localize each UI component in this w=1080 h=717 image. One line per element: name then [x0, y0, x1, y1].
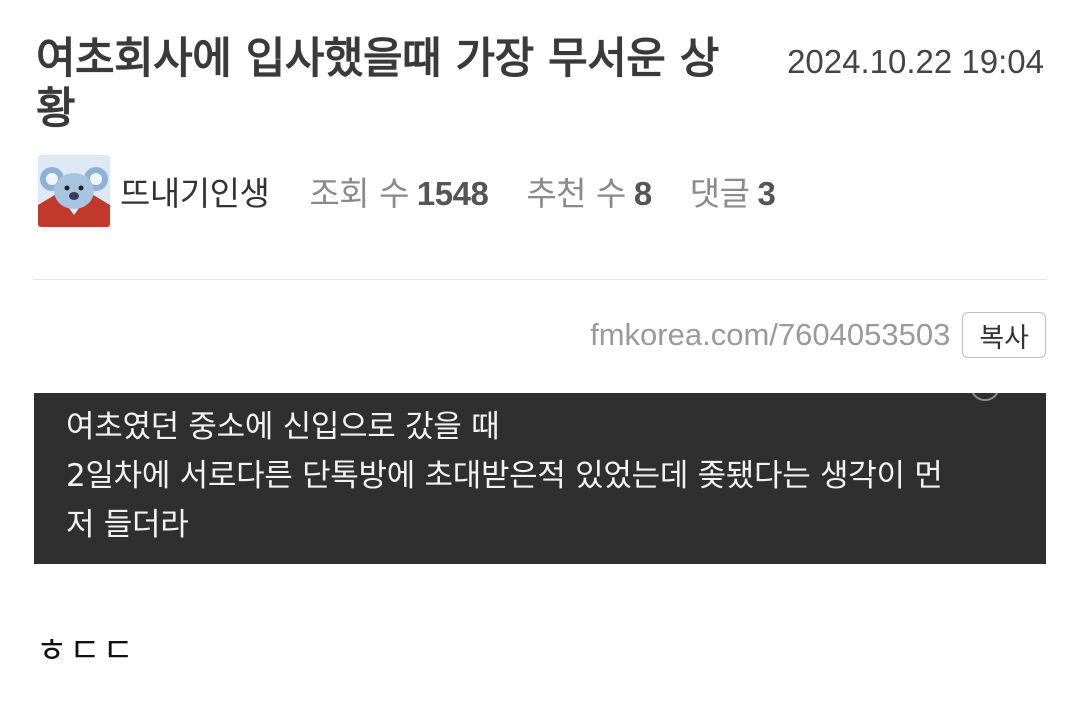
recommend-count-label: 추천 수: [526, 174, 626, 213]
quote-line: 여초였던 중소에 신입으로 갔을 때: [66, 409, 500, 445]
share-url-row: fmkorea.com/7604053503 복사: [590, 312, 1046, 358]
comment-count-label: 댓글: [689, 174, 750, 213]
quote-line: 2일차에 서로다른 단톡방에 초대받은적 있었는데 좆됐다는 생각이 먼: [66, 458, 943, 494]
quoted-image-text: 여초였던 중소에 신입으로 갔을 때 2일차에 서로다른 단톡방에 초대받은적 …: [34, 393, 1046, 564]
quote-line: 저 들더라: [66, 507, 189, 543]
author-name[interactable]: 뜨내기인생: [120, 167, 270, 215]
koala-avatar-icon[interactable]: [38, 155, 110, 227]
post-url[interactable]: fmkorea.com/7604053503: [590, 317, 950, 353]
recommend-count-value: 8: [633, 175, 652, 212]
post-page: 여초회사에 입사했을때 가장 무서운 상황 2024.10.22 19:04 뜨…: [0, 0, 1080, 717]
copy-url-button[interactable]: 복사: [962, 312, 1046, 358]
view-count: 조회 수 1548: [309, 167, 489, 215]
post-date: 2024.10.22 19:04: [787, 43, 1044, 80]
recommend-count: 추천 수8: [526, 167, 652, 215]
comment-count[interactable]: 댓글 3: [690, 167, 776, 215]
post-meta: 뜨내기인생 조회 수 1548 추천 수8 댓글 3: [38, 155, 813, 227]
view-count-label: 조회 수: [309, 174, 409, 213]
post-body-text: ㅎㄷㄷ: [36, 631, 136, 671]
comment-count-value: 3: [757, 175, 776, 212]
post-title: 여초회사에 입사했을때 가장 무서운 상황: [36, 34, 719, 134]
header-divider: [34, 279, 1046, 280]
circle-icon: [970, 393, 1000, 401]
view-count-value: 1548: [416, 175, 489, 212]
